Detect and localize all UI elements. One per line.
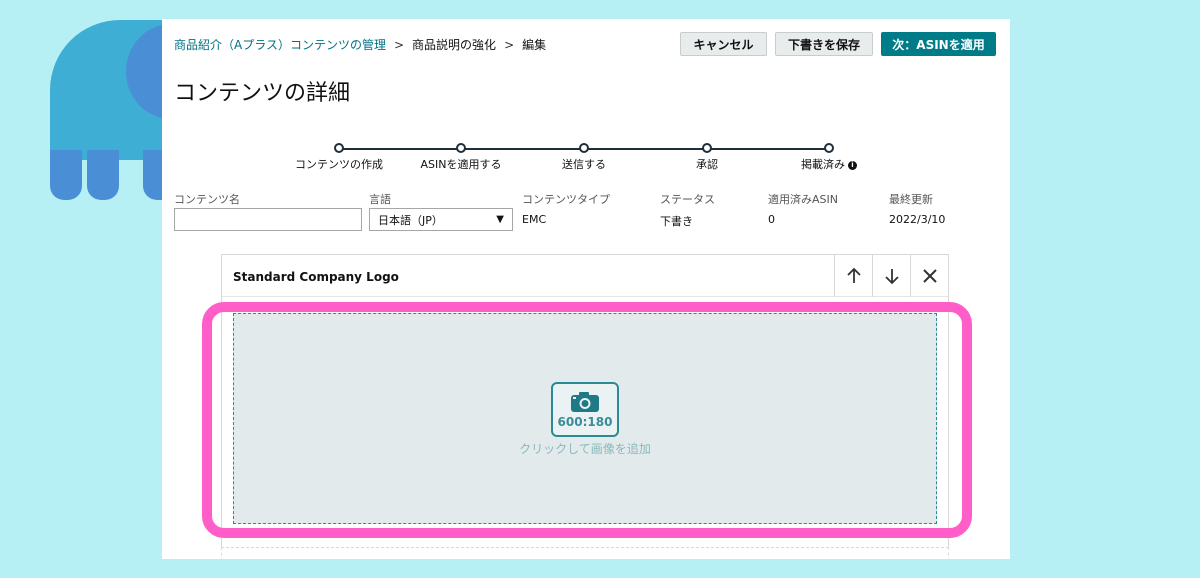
breadcrumb-item-edit: 編集: [522, 38, 547, 52]
step-label-text: 掲載済み: [801, 158, 845, 171]
content-type-label: コンテンツタイプ: [522, 193, 610, 206]
camera-icon: [571, 391, 599, 412]
module-actions: [834, 255, 948, 297]
image-dropzone[interactable]: 600:180 クリックして画像を追加: [233, 313, 937, 524]
content-type-value: EMC: [522, 213, 547, 226]
caret-down-icon: ▼: [496, 214, 504, 225]
module-standard-company-logo: Standard Company Logo 600:180 クリックして画像を追…: [221, 254, 949, 554]
cancel-button[interactable]: キャンセル: [680, 32, 767, 56]
step-label: ASINを適用する: [420, 158, 502, 171]
status-value: 下書き: [660, 215, 693, 228]
move-up-button[interactable]: [834, 255, 872, 297]
remove-module-button[interactable]: [910, 255, 948, 297]
language-select[interactable]: 日本語（JP） ▼: [369, 208, 513, 231]
status-label: ステータス: [660, 193, 715, 206]
step-approval: 承認: [647, 143, 767, 172]
close-icon: [922, 269, 937, 283]
applied-asin-value: 0: [768, 213, 775, 226]
arrow-up-icon: [846, 267, 861, 283]
last-updated-label: 最終更新: [889, 193, 933, 206]
add-image-text: クリックして画像を追加: [519, 442, 651, 456]
step-dot: [456, 143, 466, 153]
breadcrumb-separator: >: [393, 37, 405, 52]
language-value: 日本語（JP）: [378, 213, 443, 227]
step-apply-asin: ASINを適用する: [401, 143, 521, 172]
content-name-label: コンテンツ名: [174, 193, 240, 206]
header-actions: キャンセル 下書きを保存 次：ASINを適用: [680, 32, 996, 56]
step-label: 掲載済み i: [769, 156, 889, 172]
step-published: 掲載済み i: [769, 143, 889, 172]
step-label: コンテンツの作成: [295, 158, 383, 171]
content-name-input[interactable]: [174, 208, 362, 231]
main-panel: 商品紹介（Aプラス）コンテンツの管理 > 商品説明の強化 > 編集 キャンセル …: [162, 19, 1010, 559]
arrow-down-icon: [884, 269, 899, 285]
step-label: 送信する: [562, 158, 606, 171]
step-label: 承認: [696, 158, 718, 171]
breadcrumb-item-enhanced-description: 商品説明の強化: [412, 38, 497, 52]
module-header: Standard Company Logo: [222, 255, 948, 297]
module-title: Standard Company Logo: [233, 270, 399, 284]
applied-asin-label: 適用済みASIN: [768, 193, 838, 206]
step-dot: [824, 143, 834, 153]
step-submit: 送信する: [524, 143, 644, 172]
language-label: 言語: [369, 193, 391, 206]
add-image-button[interactable]: 600:180: [551, 382, 619, 437]
step-dot: [579, 143, 589, 153]
breadcrumb-link-manage-content[interactable]: 商品紹介（Aプラス）コンテンツの管理: [174, 36, 386, 53]
step-create-content: コンテンツの作成: [279, 143, 399, 172]
move-down-button[interactable]: [872, 255, 910, 297]
image-ratio-text: 600:180: [557, 414, 613, 429]
mascot-leg: [50, 150, 82, 200]
step-dot: [334, 143, 344, 153]
info-icon[interactable]: i: [848, 160, 857, 170]
progress-stepper: コンテンツの作成 ASINを適用する 送信する 承認 掲載済み i: [162, 143, 1010, 183]
next-apply-asin-button[interactable]: 次：ASINを適用: [881, 32, 996, 56]
elephant-mascot: [0, 0, 216, 210]
step-dot: [702, 143, 712, 153]
save-draft-button[interactable]: 下書きを保存: [775, 32, 873, 56]
next-module-placeholder: [221, 547, 949, 559]
mascot-leg: [87, 150, 119, 200]
breadcrumb: 商品紹介（Aプラス）コンテンツの管理 > 商品説明の強化 > 編集: [174, 36, 546, 53]
breadcrumb-separator: >: [504, 37, 515, 52]
last-updated-value: 2022/3/10: [889, 213, 946, 226]
page-title: コンテンツの詳細: [174, 81, 351, 106]
